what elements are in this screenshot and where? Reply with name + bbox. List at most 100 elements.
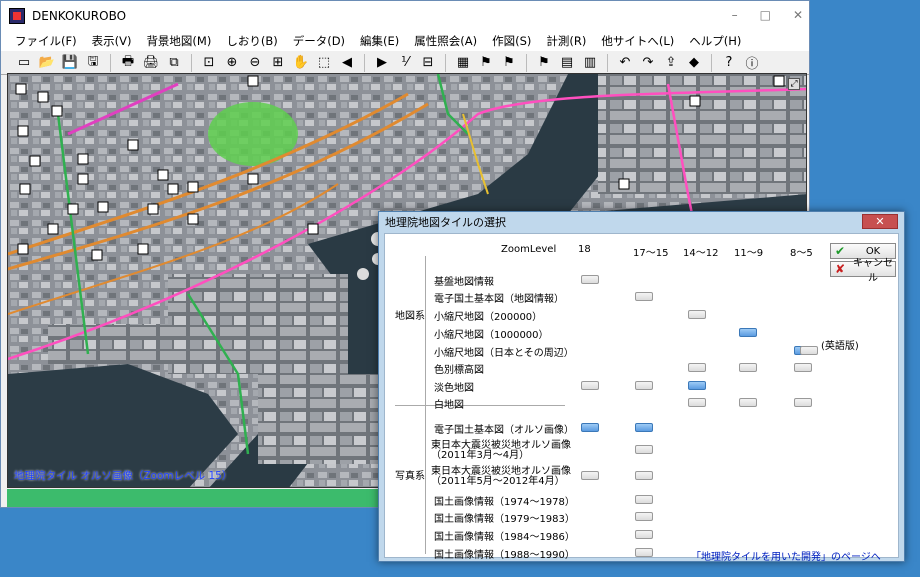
zoom-box-icon[interactable]: ⊞ (269, 54, 287, 72)
maximize-button[interactable]: □ (760, 8, 771, 22)
pan-icon[interactable]: ✋ (292, 54, 310, 72)
tile-row: 東日本大震災被災地オルソ画像 （2011年5月～2012年4月） (431, 467, 571, 487)
fit-icon[interactable]: ⊡ (200, 54, 218, 72)
flag3-icon[interactable]: ⚑ (535, 54, 553, 72)
new-icon[interactable]: ▭ (15, 54, 33, 72)
tile-select-button[interactable] (635, 292, 653, 301)
cancel-button[interactable]: ✘ キャンセル (830, 258, 896, 284)
tile-row-label: 電子国土基本図（地図情報） (434, 294, 564, 305)
flag-icon[interactable]: ⚑ (477, 54, 495, 72)
zoom-column-header: 18 (578, 244, 591, 255)
group-label-photo: 写真系 (395, 471, 425, 482)
tile-select-button[interactable] (635, 445, 653, 454)
copy-icon[interactable]: ⧉ (165, 54, 183, 72)
menu-item[interactable]: 作図(S) (492, 33, 531, 49)
tile-select-button[interactable] (688, 398, 706, 407)
menu-item[interactable]: しおり(B) (226, 33, 277, 49)
menu-item[interactable]: 属性照会(A) (414, 33, 477, 49)
tile-select-button[interactable] (635, 548, 653, 557)
tile-select-button[interactable] (739, 328, 757, 337)
back-icon[interactable]: ◀ (338, 54, 356, 72)
menu-item[interactable]: ヘルプ(H) (689, 33, 741, 49)
title-bar: DENKOKUROBO – □ ✕ (1, 1, 809, 31)
tile-select-button[interactable] (581, 275, 599, 284)
save-icon[interactable]: 💾 (61, 54, 79, 72)
close-button[interactable]: ✕ (793, 8, 803, 22)
toolbar-separator (711, 53, 712, 72)
tile-select-button[interactable] (688, 310, 706, 319)
zoom-column-header: 17～15 (633, 248, 669, 259)
eraser-icon[interactable]: ◆ (685, 54, 703, 72)
tile-select-button[interactable] (739, 363, 757, 372)
check-icon: ✔ (835, 244, 846, 258)
toolbar-separator (110, 53, 111, 72)
menu-item[interactable]: 他サイトへ(L) (601, 33, 674, 49)
tile-select-button[interactable] (739, 398, 757, 407)
tile-select-button[interactable] (581, 381, 599, 390)
x-icon: ✘ (835, 262, 846, 276)
about-icon[interactable]: ⓘ (743, 54, 761, 72)
tile-row-sublabel: （2011年5月～2012年4月） (431, 476, 565, 487)
tile-select-button[interactable] (581, 423, 599, 432)
gsi-dev-link[interactable]: 「地理院タイルを用いた開発」のページへ (691, 548, 881, 563)
layer2-icon[interactable]: ▥ (581, 54, 599, 72)
zoom-column-header: 14～12 (683, 248, 719, 259)
rotate-right-icon[interactable]: ↷ (639, 54, 657, 72)
dialog-title: 地理院地図タイルの選択 (385, 216, 506, 229)
share-icon[interactable]: ⇪ (662, 54, 680, 72)
tile-select-button[interactable] (635, 512, 653, 521)
forward-icon[interactable]: ▶ (373, 54, 391, 72)
zoom-level-label: ZoomLevel (501, 244, 557, 255)
tile-select-button[interactable] (635, 530, 653, 539)
measure-icon[interactable]: ⅟ (396, 54, 414, 72)
help-icon[interactable]: ? (720, 54, 738, 72)
tile-row-sublabel: （2011年3月～4月） (431, 450, 530, 461)
tile-select-button[interactable] (688, 363, 706, 372)
menu-item[interactable]: 計測(R) (546, 33, 586, 49)
expand-icon[interactable]: ⤢ (788, 78, 800, 90)
tile-row-label: 白地図 (434, 400, 464, 411)
rotate-left-icon[interactable]: ↶ (616, 54, 634, 72)
tile-row-label: 国土画像情報（1974～1978） (434, 497, 575, 508)
tile-row-label: 小縮尺地図（200000） (434, 312, 543, 323)
tile-select-button[interactable] (635, 471, 653, 480)
app-title: DENKOKUROBO (32, 9, 127, 23)
map-caption: 地理院タイル オルソ画像（Zoomレベル 15） (14, 470, 233, 482)
tile-row-label: 国土画像情報（1979～1983） (434, 514, 575, 525)
table-icon[interactable]: ▦ (454, 54, 472, 72)
toolbar-separator (191, 53, 192, 72)
app-icon (9, 8, 25, 24)
menu-item[interactable]: 編集(E) (360, 33, 399, 49)
tile-select-button-english[interactable] (800, 346, 818, 355)
tile-row-label: 基盤地図情報 (434, 277, 494, 288)
flag2-icon[interactable]: ⚑ (500, 54, 518, 72)
minimize-button[interactable]: – (732, 8, 738, 22)
layer-icon[interactable]: ▤ (558, 54, 576, 72)
tile-select-dialog: 地理院地図タイルの選択 ✕ ZoomLevel 18 17～15 14～12 11～9… (378, 211, 905, 563)
zoom-column-header: 11～9 (734, 248, 764, 259)
dialog-body: ZoomLevel 18 17～15 14～12 11～9 8～5 地図系 写真系 基盤… (384, 233, 899, 563)
tile-select-button[interactable] (794, 363, 812, 372)
tile-select-button[interactable] (635, 495, 653, 504)
select-icon[interactable]: ⬚ (315, 54, 333, 72)
print-icon[interactable]: 🖶 (119, 54, 137, 72)
tile-select-button[interactable] (581, 471, 599, 480)
printer-icon[interactable]: 🖨 (142, 54, 160, 72)
menu-item[interactable]: 背景地図(M) (146, 33, 211, 49)
tile-row-label: 小縮尺地図（日本とその周辺） (434, 348, 574, 359)
tile-row-label: 小縮尺地図（1000000） (434, 330, 549, 341)
zoom-out-icon[interactable]: ⊖ (246, 54, 264, 72)
tile-select-button[interactable] (635, 381, 653, 390)
tile-select-button[interactable] (688, 381, 706, 390)
tile-select-button[interactable] (635, 423, 653, 432)
open-icon[interactable]: 📂 (38, 54, 56, 72)
menu-item[interactable]: 表示(V) (92, 33, 132, 49)
tile-row-label: 色別標高図 (434, 365, 484, 376)
menu-item[interactable]: ファイル(F) (15, 33, 77, 49)
dialog-close-button[interactable]: ✕ (862, 214, 898, 229)
calc-icon[interactable]: ⊟ (419, 54, 437, 72)
menu-item[interactable]: データ(D) (293, 33, 345, 49)
saveas-icon[interactable]: 🖫 (84, 54, 102, 72)
zoom-in-icon[interactable]: ⊕ (223, 54, 241, 72)
tile-select-button[interactable] (794, 398, 812, 407)
